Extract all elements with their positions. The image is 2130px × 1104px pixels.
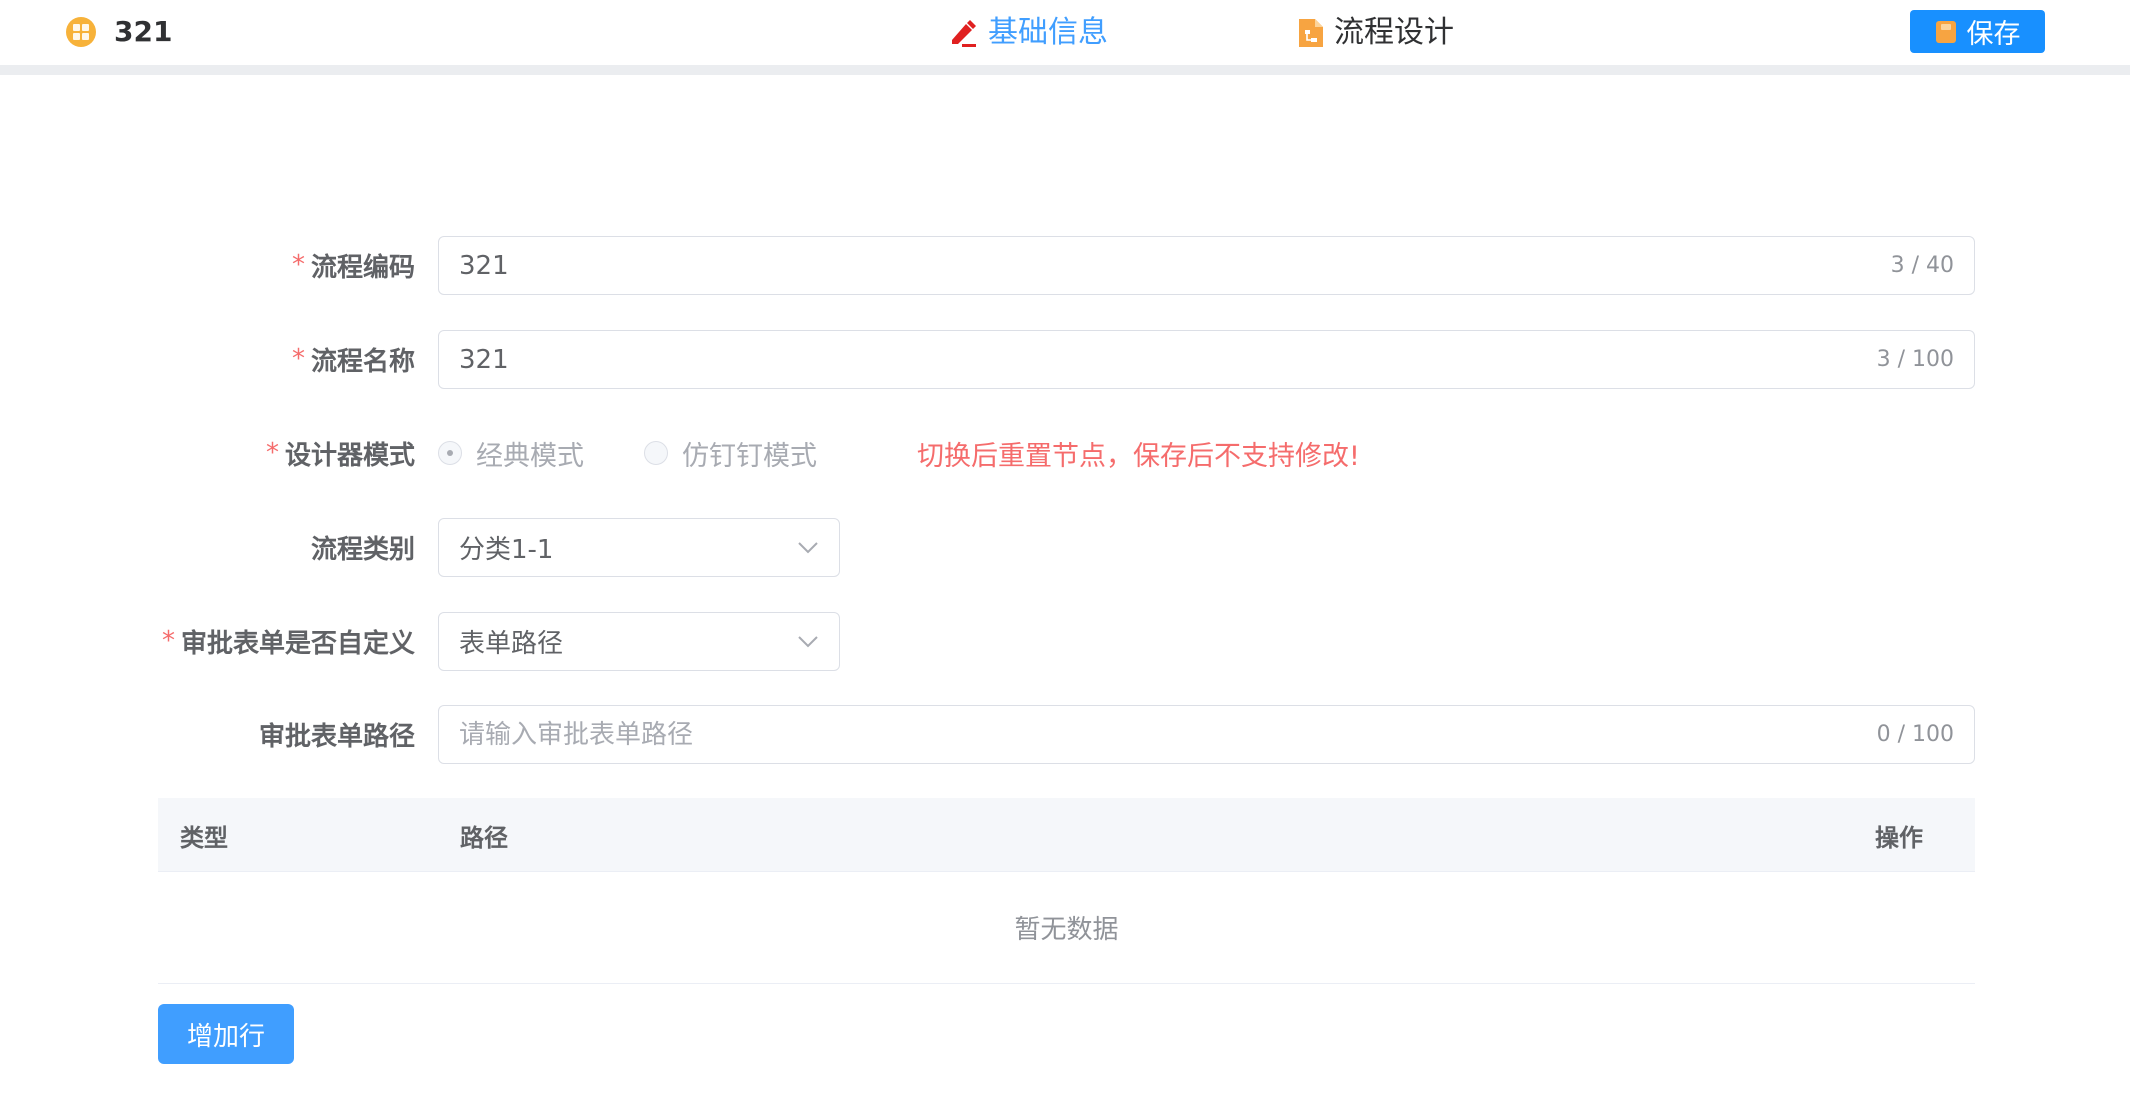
- add-row-button[interactable]: 增加行: [158, 1004, 294, 1064]
- mode-warning-text: 切换后重置节点，保存后不支持修改!: [917, 440, 1360, 472]
- radio-dingtalk-mode[interactable]: 仿钉钉模式: [644, 434, 817, 473]
- tab-basic-info-label: 基础信息: [988, 15, 1108, 50]
- process-category-label: 流程类别: [310, 534, 415, 565]
- top-header: 321 基础信息 流程设计 保存: [0, 0, 2130, 65]
- form-path-input[interactable]: [459, 719, 1867, 750]
- save-icon: [1935, 20, 1956, 43]
- designer-mode-label: * 设计器模式: [265, 438, 415, 471]
- edit-icon: [952, 20, 976, 47]
- form-path-label: 审批表单路径: [258, 721, 415, 752]
- radio-classic-mode[interactable]: 经典模式: [438, 434, 584, 473]
- process-name-label: * 流程名称: [291, 344, 415, 377]
- tab-flow-design-label: 流程设计: [1334, 15, 1454, 50]
- custom-form-select[interactable]: 表单路径: [438, 612, 840, 671]
- char-counter: 3 / 40: [1890, 253, 1954, 278]
- process-category-select[interactable]: 分类1-1: [438, 518, 840, 577]
- chevron-down-icon: [798, 635, 818, 647]
- char-counter: 3 / 100: [1876, 347, 1954, 372]
- select-value: 分类1-1: [459, 535, 554, 565]
- required-mark: *: [291, 344, 305, 374]
- required-mark: *: [161, 626, 175, 656]
- process-name-field[interactable]: 3 / 100: [438, 330, 1975, 389]
- page-title: 321: [114, 15, 173, 48]
- column-header-type: 类型: [180, 823, 228, 852]
- tab-flow-design[interactable]: 流程设计: [1296, 12, 1454, 54]
- table-empty-text: 暂无数据: [158, 872, 1975, 984]
- header-divider: [0, 65, 2130, 75]
- process-name-input[interactable]: [459, 344, 1867, 375]
- radio-dot-icon: [438, 441, 462, 465]
- form-path-field[interactable]: 0 / 100: [438, 705, 1975, 764]
- designer-mode-radio-group: 经典模式 仿钉钉模式 切换后重置节点，保存后不支持修改!: [438, 424, 1360, 482]
- flow-doc-icon: [1299, 19, 1323, 47]
- save-button-label: 保存: [1966, 19, 2021, 50]
- radio-dot-icon: [644, 441, 668, 465]
- process-code-field[interactable]: 3 / 40: [438, 236, 1975, 295]
- app-logo-icon: [66, 17, 96, 47]
- column-header-path: 路径: [460, 823, 508, 852]
- tab-basic-info[interactable]: 基础信息: [946, 12, 1108, 54]
- column-header-action: 操作: [1875, 823, 1923, 852]
- char-counter: 0 / 100: [1876, 722, 1954, 747]
- chevron-down-icon: [798, 541, 818, 553]
- path-table-header: 类型 路径 操作: [158, 798, 1975, 872]
- custom-form-label: * 审批表单是否自定义: [161, 626, 415, 659]
- process-code-input[interactable]: [459, 250, 1881, 281]
- save-button[interactable]: 保存: [1910, 10, 2045, 53]
- process-code-label: * 流程编码: [291, 250, 415, 283]
- select-value: 表单路径: [459, 629, 564, 659]
- required-mark: *: [291, 250, 305, 280]
- required-mark: *: [265, 438, 279, 468]
